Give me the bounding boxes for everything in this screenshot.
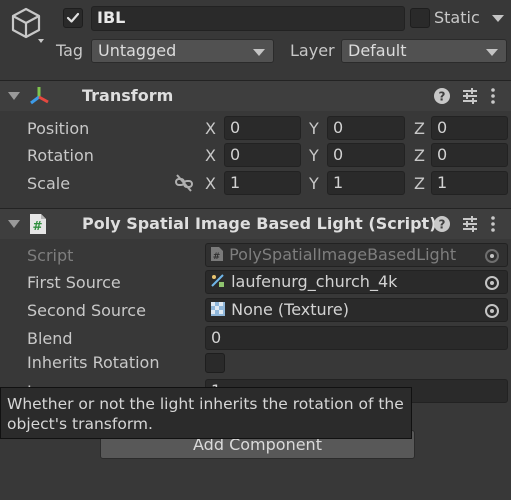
cubemap-icon [211, 274, 224, 287]
tag-dropdown[interactable]: Untagged [91, 39, 274, 63]
svg-text:#: # [32, 219, 42, 233]
constrain-proportions-icon[interactable] [174, 174, 194, 192]
rotation-z-label[interactable]: Z [414, 146, 425, 166]
layer-label: Layer [290, 41, 335, 60]
object-picker-icon[interactable] [485, 304, 499, 318]
inspector-panel: IBL Static Tag Untagged Layer Default Tr… [0, 0, 511, 500]
second-source-label: Second Source [27, 301, 146, 320]
position-x-field[interactable]: 0 [224, 116, 301, 140]
position-x-label[interactable]: X [205, 119, 216, 139]
object-name-input[interactable]: IBL [91, 6, 405, 31]
rotation-x-label[interactable]: X [205, 146, 216, 166]
scale-x-label[interactable]: X [205, 174, 216, 194]
checkmark-icon [66, 12, 80, 23]
second-source-field[interactable]: None (Texture) [205, 298, 508, 322]
rotation-x-field[interactable]: 0 [224, 143, 301, 167]
second-source-value: None (Texture) [231, 300, 349, 319]
first-source-value: laufenurg_church_4k [231, 272, 398, 291]
transform-axes-icon [28, 85, 50, 107]
scale-z-label[interactable]: Z [414, 174, 425, 194]
script-value: PolySpatialImageBasedLight [229, 245, 457, 264]
script-component-header[interactable]: # Poly Spatial Image Based Light (Script… [0, 209, 511, 239]
transform-title: Transform [82, 86, 174, 105]
presets-icon[interactable] [461, 215, 479, 233]
inherits-rotation-checkbox[interactable] [205, 353, 225, 373]
cube-icon[interactable] [8, 6, 44, 44]
chevron-down-icon [486, 49, 498, 56]
presets-icon[interactable] [461, 87, 479, 105]
first-source-field[interactable]: laufenurg_church_4k [205, 270, 508, 294]
inherits-rotation-label: Inherits Rotation [27, 353, 160, 372]
transform-header[interactable]: Transform ? [0, 81, 511, 111]
active-toggle[interactable] [63, 8, 83, 28]
tag-label: Tag [56, 41, 84, 60]
texture-icon [211, 302, 225, 316]
help-icon[interactable]: ? [433, 215, 451, 233]
rotation-y-field[interactable]: 0 [327, 143, 405, 167]
scale-z-field[interactable]: 1 [431, 171, 508, 195]
script-component-title: Poly Spatial Image Based Light (Script) [82, 214, 437, 233]
rotation-label: Rotation [27, 146, 94, 165]
script-field: # PolySpatialImageBasedLight [205, 243, 508, 267]
scale-x-field[interactable]: 1 [224, 171, 301, 195]
layer-value: Default [348, 41, 407, 60]
position-y-label[interactable]: Y [309, 119, 319, 139]
position-z-label[interactable]: Z [414, 119, 425, 139]
tooltip-text: Whether or not the light inherits the ro… [7, 395, 404, 433]
svg-text:#: # [213, 252, 221, 262]
tooltip: Whether or not the light inherits the ro… [0, 387, 412, 439]
first-source-label: First Source [27, 273, 121, 292]
foldout-arrow-icon[interactable] [8, 92, 20, 100]
script-hash-icon: # [211, 247, 223, 262]
script-hash-icon: # [28, 213, 48, 235]
tag-value: Untagged [98, 41, 177, 60]
object-picker-icon [485, 249, 499, 263]
position-y-field[interactable]: 0 [327, 116, 405, 140]
scale-label: Scale [27, 174, 71, 193]
script-label: Script [27, 246, 74, 265]
layer-dropdown[interactable]: Default [341, 39, 507, 63]
rotation-z-field[interactable]: 0 [431, 143, 508, 167]
object-picker-icon[interactable] [485, 276, 499, 290]
position-z-field[interactable]: 0 [431, 116, 508, 140]
scale-y-field[interactable]: 1 [327, 171, 405, 195]
svg-text:?: ? [439, 90, 446, 104]
help-icon[interactable]: ? [433, 87, 451, 105]
chevron-down-icon [253, 49, 265, 56]
more-icon[interactable] [488, 215, 498, 233]
static-label[interactable]: Static [434, 8, 480, 28]
more-icon[interactable] [488, 87, 498, 105]
position-label: Position [27, 119, 90, 138]
scale-y-label[interactable]: Y [309, 174, 319, 194]
foldout-arrow-icon[interactable] [8, 220, 20, 228]
blend-label: Blend [27, 329, 73, 348]
static-dropdown-caret[interactable] [492, 15, 504, 22]
static-checkbox[interactable] [410, 8, 430, 28]
blend-field[interactable]: 0 [205, 326, 508, 350]
rotation-y-label[interactable]: Y [309, 146, 319, 166]
svg-text:?: ? [439, 218, 446, 232]
